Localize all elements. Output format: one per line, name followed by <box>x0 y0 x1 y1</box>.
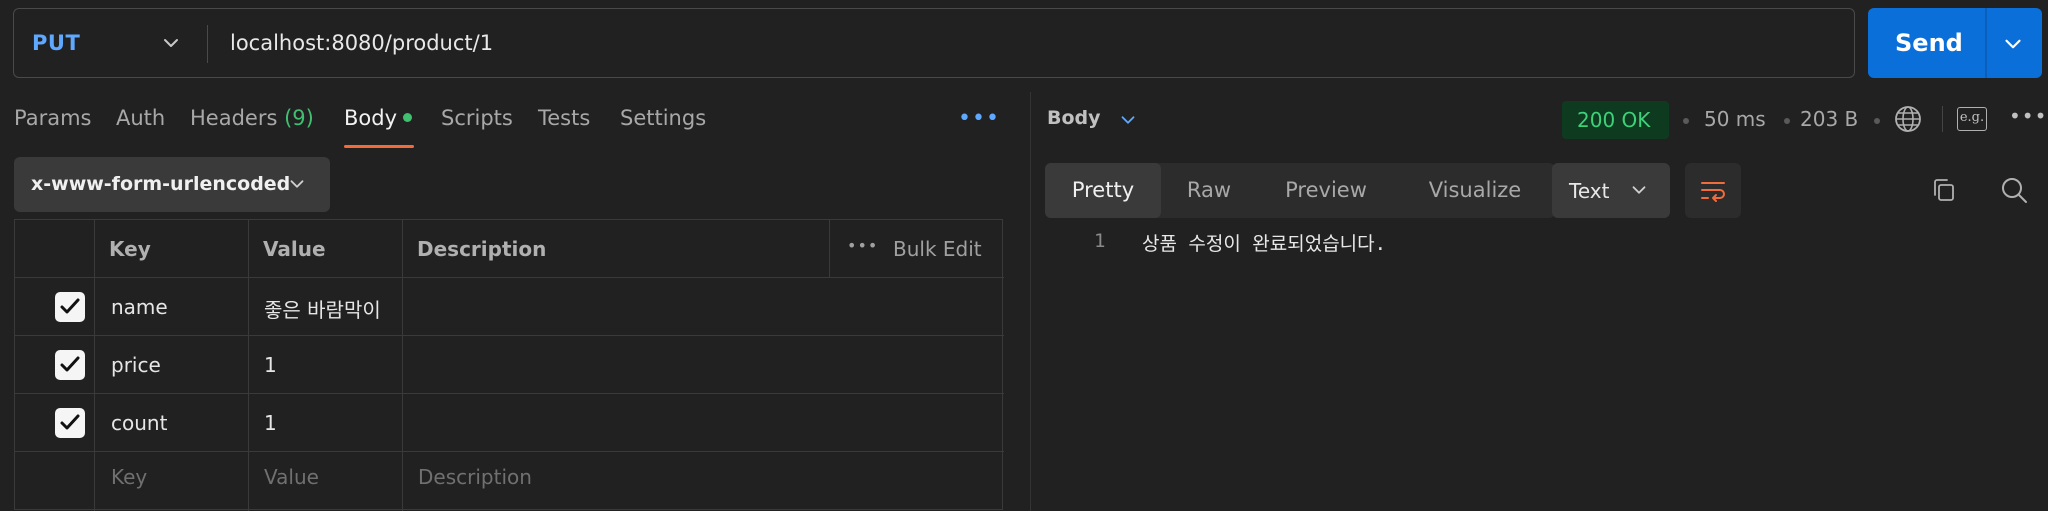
send-label: Send <box>1895 29 1963 57</box>
save-example-icon[interactable]: e.g. <box>1957 107 1987 131</box>
chevron-down-icon <box>1632 186 1646 194</box>
column-header-key: Key <box>109 237 151 261</box>
column-divider <box>402 220 403 511</box>
tab-headers[interactable]: Headers (9) <box>190 106 314 130</box>
tab-body[interactable]: Body <box>344 106 413 130</box>
row-divider <box>15 277 1004 278</box>
method-label: PUT <box>32 31 81 55</box>
tab-raw[interactable]: Raw <box>1161 163 1257 218</box>
column-header-value: Value <box>263 237 326 261</box>
chevron-down-icon[interactable] <box>2000 31 2026 57</box>
more-icon[interactable]: ••• <box>847 236 878 255</box>
tab-preview[interactable]: Preview <box>1257 163 1395 218</box>
column-divider <box>248 220 249 511</box>
tab-auth[interactable]: Auth <box>116 106 165 130</box>
tab-pretty[interactable]: Pretty <box>1045 163 1161 218</box>
separator-dot <box>1874 118 1880 124</box>
response-section-label[interactable]: Body <box>1047 107 1101 129</box>
value-input[interactable]: Value <box>264 465 319 489</box>
description-input[interactable]: Description <box>418 465 532 489</box>
bulk-edit-link[interactable]: Bulk Edit <box>893 237 982 261</box>
headers-count: (9) <box>284 106 314 130</box>
row-divider <box>15 451 1004 452</box>
url-bar: PUT localhost:8080/product/1 <box>13 8 1855 78</box>
chevron-down-icon <box>290 180 304 188</box>
divider <box>1942 106 1943 132</box>
url-input[interactable]: localhost:8080/product/1 <box>230 31 493 55</box>
check-icon <box>60 298 80 314</box>
tab-settings[interactable]: Settings <box>620 106 706 130</box>
tab-visualize[interactable]: Visualize <box>1395 163 1555 218</box>
active-tab-indicator <box>344 145 414 148</box>
line-number: 1 <box>1094 230 1106 252</box>
row-checkbox[interactable] <box>55 292 85 322</box>
wrap-lines-button[interactable] <box>1685 163 1741 218</box>
status-badge: 200 OK <box>1562 101 1669 139</box>
row-checkbox[interactable] <box>55 350 85 380</box>
response-size[interactable]: 203 B <box>1800 107 1858 131</box>
param-key[interactable]: name <box>111 295 168 319</box>
format-select[interactable]: Text <box>1552 163 1670 218</box>
param-value[interactable]: 1 <box>264 353 277 377</box>
row-divider <box>15 335 1004 336</box>
tab-scripts[interactable]: Scripts <box>441 106 513 130</box>
response-body-line: 상품 수정이 완료되었습니다. <box>1142 233 1387 255</box>
send-button[interactable]: Send <box>1868 8 2042 78</box>
row-divider <box>15 393 1004 394</box>
tab-params[interactable]: Params <box>14 106 92 130</box>
more-options-icon[interactable]: ••• <box>2009 104 2047 128</box>
format-label: Text <box>1569 179 1610 203</box>
column-divider <box>829 220 830 278</box>
param-value[interactable]: 좋은 바람막이 <box>264 294 381 323</box>
chevron-down-icon[interactable] <box>1117 109 1139 131</box>
response-time[interactable]: 50 ms <box>1704 107 1766 131</box>
search-icon[interactable] <box>2000 176 2028 204</box>
divider <box>1985 8 1987 78</box>
column-divider <box>94 220 95 511</box>
column-header-description: Description <box>417 237 547 261</box>
body-type-select[interactable]: x-www-form-urlencoded <box>14 157 330 212</box>
body-type-label: x-www-form-urlencoded <box>31 173 291 195</box>
param-value[interactable]: 1 <box>264 411 277 435</box>
check-icon <box>60 356 80 372</box>
check-icon <box>60 414 80 430</box>
active-dot <box>403 112 413 122</box>
copy-icon[interactable] <box>1930 176 1958 204</box>
tab-label: Headers <box>190 106 278 130</box>
tab-label: Body <box>344 106 398 130</box>
globe-icon[interactable] <box>1893 104 1923 134</box>
method-select[interactable]: PUT <box>14 9 208 77</box>
key-input[interactable]: Key <box>111 465 147 489</box>
pane-splitter[interactable] <box>1030 92 1031 511</box>
row-checkbox[interactable] <box>55 408 85 438</box>
chevron-down-icon <box>164 39 178 47</box>
tab-tests[interactable]: Tests <box>538 106 590 130</box>
wrap-lines-icon <box>1701 182 1725 202</box>
param-key[interactable]: count <box>111 411 167 435</box>
status-text: 200 OK <box>1577 108 1651 132</box>
params-table: Key Value Description ••• Bulk Edit name… <box>14 219 1004 511</box>
separator-dot <box>1683 118 1689 124</box>
separator-dot <box>1784 118 1790 124</box>
response-view-tabs: Pretty Raw Preview Visualize <box>1045 163 1555 218</box>
divider <box>207 25 208 63</box>
param-key[interactable]: price <box>111 353 161 377</box>
more-options-icon[interactable]: ••• <box>958 106 1000 131</box>
